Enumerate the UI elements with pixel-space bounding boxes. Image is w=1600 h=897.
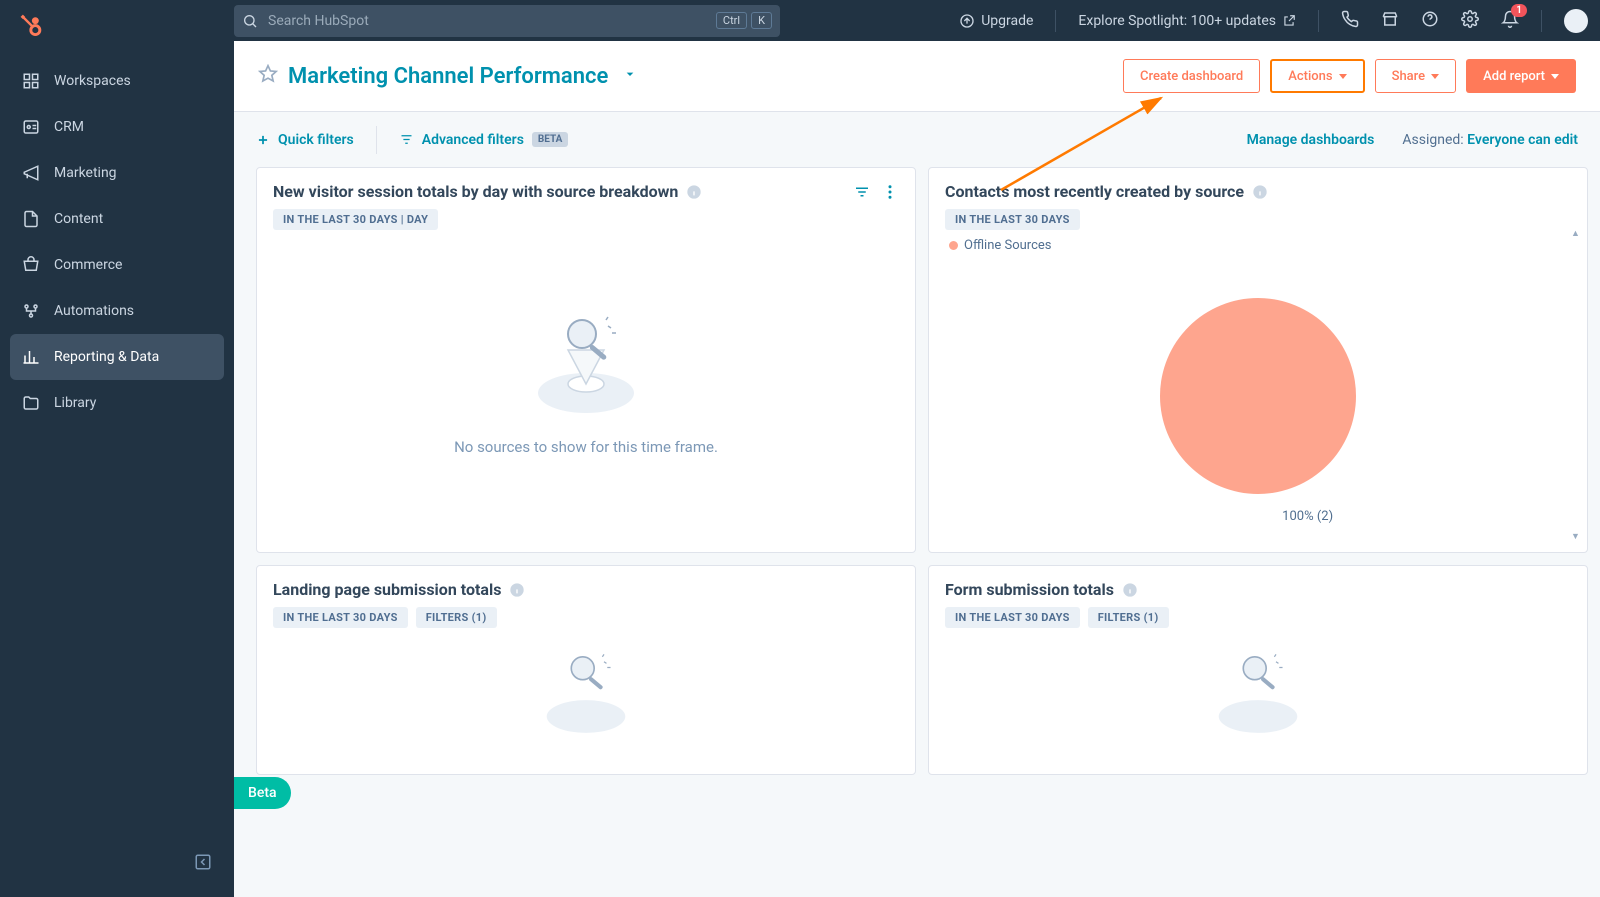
pie-slice-offline-sources [1160, 298, 1356, 494]
hubspot-logo[interactable] [0, 0, 234, 48]
upgrade-link[interactable]: Upgrade [959, 13, 1033, 29]
search-icon [242, 13, 258, 29]
nav-workspaces[interactable]: Workspaces [10, 58, 224, 104]
divider [1541, 10, 1542, 32]
empty-illustration [531, 647, 641, 737]
title-dropdown-icon[interactable] [622, 66, 638, 86]
notifications-icon[interactable]: 1 [1501, 10, 1519, 32]
pie-chart: 100% (2) [945, 257, 1571, 534]
card-title: Landing page submission totals [273, 580, 501, 599]
info-icon[interactable] [509, 582, 525, 598]
settings-icon[interactable] [1461, 10, 1479, 32]
caret-down-icon [1551, 74, 1559, 79]
collapse-sidebar-icon[interactable] [194, 853, 212, 875]
nav-label: Library [54, 395, 96, 411]
advanced-filters-button[interactable]: Advanced filtersBETA [399, 132, 569, 148]
topbar: Search HubSpot CtrlK Upgrade Explore Spo… [234, 0, 1600, 41]
empty-state [945, 628, 1571, 756]
avatar[interactable] [1564, 9, 1588, 33]
empty-illustration [526, 308, 646, 418]
nav-content[interactable]: Content [10, 196, 224, 242]
search-placeholder: Search HubSpot [268, 13, 716, 29]
date-range-pill: IN THE LAST 30 DAYS | DAY [273, 209, 438, 230]
nav-automations[interactable]: Automations [10, 288, 224, 334]
nav-library[interactable]: Library [10, 380, 224, 426]
info-icon[interactable] [1252, 184, 1268, 200]
scrollbar[interactable]: ▲▼ [1571, 228, 1583, 542]
nav-reporting-data[interactable]: Reporting & Data [10, 334, 224, 380]
share-button[interactable]: Share [1375, 59, 1457, 93]
nav-label: Reporting & Data [54, 349, 159, 365]
search-shortcut: CtrlK [716, 12, 772, 29]
pie-label: 100% (2) [1282, 509, 1333, 524]
nav-label: Content [54, 211, 103, 227]
filter-icon[interactable] [853, 183, 871, 201]
card-title: New visitor session totals by day with s… [273, 182, 678, 201]
global-search[interactable]: Search HubSpot CtrlK [234, 5, 780, 37]
filters-pill: FILTERS (1) [416, 607, 497, 628]
card-title: Contacts most recently created by source [945, 182, 1244, 201]
divider [376, 126, 377, 154]
phone-icon[interactable] [1341, 10, 1359, 32]
assigned-value[interactable]: Everyone can edit [1467, 132, 1578, 148]
card-title: Form submission totals [945, 580, 1114, 599]
favorite-star-icon[interactable] [258, 64, 278, 88]
info-icon[interactable] [1122, 582, 1138, 598]
card-landing-page-submissions: Landing page submission totals IN THE LA… [256, 565, 916, 775]
nav-marketing[interactable]: Marketing [10, 150, 224, 196]
page-header: Marketing Channel Performance Create das… [234, 41, 1600, 112]
nav-commerce[interactable]: Commerce [10, 242, 224, 288]
topbar-right: Upgrade Explore Spotlight: 100+ updates … [959, 9, 1588, 33]
assigned-label: Assigned: [1402, 132, 1463, 148]
help-icon[interactable] [1421, 10, 1439, 32]
nav-label: Commerce [54, 257, 122, 273]
date-range-pill: IN THE LAST 30 DAYS [945, 607, 1080, 628]
dashboard-title[interactable]: Marketing Channel Performance [288, 64, 608, 89]
chart-legend: Offline Sources [945, 230, 1571, 257]
spotlight-link[interactable]: Explore Spotlight: 100+ updates [1078, 13, 1296, 29]
nav-crm[interactable]: CRM [10, 104, 224, 150]
nav-label: CRM [54, 119, 84, 135]
content-area: Quick filters Advanced filtersBETA Manag… [234, 112, 1600, 897]
info-icon[interactable] [686, 184, 702, 200]
caret-down-icon [1431, 74, 1439, 79]
caret-down-icon [1339, 74, 1347, 79]
sidebar: Workspaces CRM Marketing Content Commerc… [0, 0, 234, 897]
add-report-button[interactable]: Add report [1466, 59, 1576, 93]
beta-badge: BETA [532, 132, 569, 147]
more-icon[interactable] [881, 183, 899, 201]
dashboard-cards: New visitor session totals by day with s… [234, 167, 1600, 795]
date-range-pill: IN THE LAST 30 DAYS [945, 209, 1080, 230]
nav-label: Workspaces [54, 73, 131, 89]
manage-dashboards-link[interactable]: Manage dashboards [1247, 132, 1375, 148]
empty-message: No sources to show for this time frame. [454, 438, 718, 456]
legend-dot-icon [949, 241, 958, 250]
empty-state: No sources to show for this time frame. [273, 230, 899, 534]
notif-badge: 1 [1511, 4, 1527, 17]
divider [1055, 10, 1056, 32]
create-dashboard-button[interactable]: Create dashboard [1123, 59, 1260, 93]
primary-nav: Workspaces CRM Marketing Content Commerc… [0, 48, 234, 897]
beta-feedback-button[interactable]: Beta [234, 777, 291, 809]
nav-label: Marketing [54, 165, 117, 181]
empty-state [273, 628, 899, 756]
main-column: Search HubSpot CtrlK Upgrade Explore Spo… [234, 0, 1600, 897]
empty-illustration [1203, 647, 1313, 737]
divider [1318, 10, 1319, 32]
filter-bar: Quick filters Advanced filtersBETA Manag… [234, 112, 1600, 167]
date-range-pill: IN THE LAST 30 DAYS [273, 607, 408, 628]
card-visitor-sessions: New visitor session totals by day with s… [256, 167, 916, 553]
card-form-submissions: Form submission totals IN THE LAST 30 DA… [928, 565, 1588, 775]
card-contacts-by-source: Contacts most recently created by source… [928, 167, 1588, 553]
actions-button[interactable]: Actions [1270, 59, 1364, 93]
quick-filters-button[interactable]: Quick filters [256, 132, 354, 148]
filters-pill: FILTERS (1) [1088, 607, 1169, 628]
nav-label: Automations [54, 303, 134, 319]
marketplace-icon[interactable] [1381, 10, 1399, 32]
